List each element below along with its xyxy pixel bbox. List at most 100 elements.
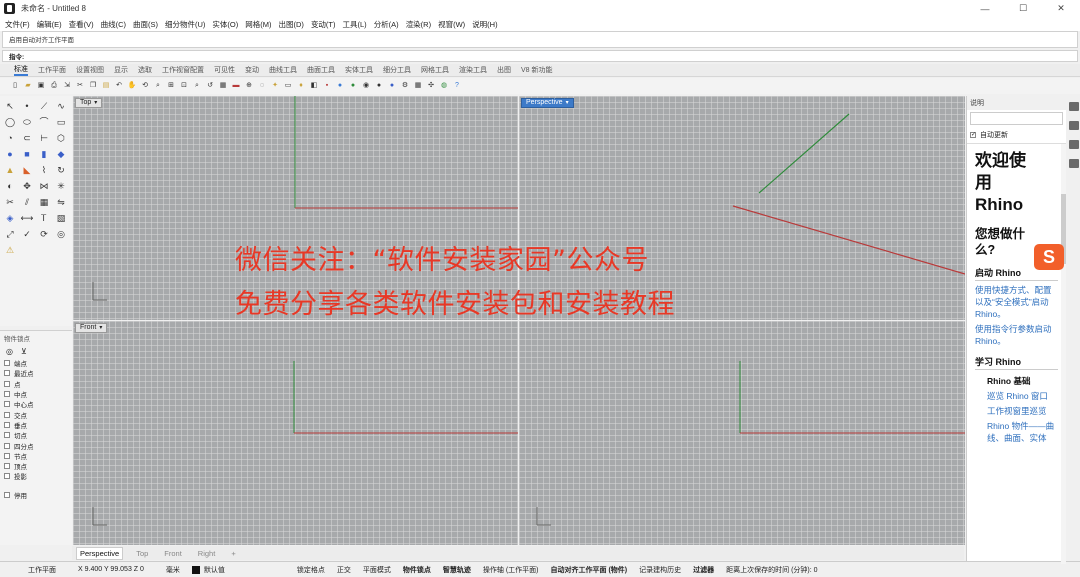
menu-edit[interactable]: 编辑(E) bbox=[37, 19, 62, 30]
box-icon[interactable]: ■ bbox=[20, 148, 34, 161]
tab-viewport-layout[interactable]: 工作视窗配置 bbox=[162, 65, 204, 75]
polygon-icon[interactable]: ⬡ bbox=[54, 132, 68, 145]
tab-curve-tools[interactable]: 曲线工具 bbox=[269, 65, 297, 75]
status-workplane[interactable]: 工作平面 bbox=[22, 565, 62, 575]
hatch-icon[interactable]: ▧ bbox=[54, 212, 68, 225]
fillet-icon[interactable]: ◔ bbox=[3, 132, 17, 145]
rotate-icon[interactable]: ⟳ bbox=[37, 228, 51, 241]
status-ortho[interactable]: 正交 bbox=[331, 565, 357, 575]
menu-render[interactable]: 渲染(R) bbox=[406, 19, 431, 30]
dimension-icon[interactable]: ⟷ bbox=[20, 212, 34, 225]
extrude-icon[interactable]: ▲ bbox=[3, 164, 17, 177]
checkbox[interactable] bbox=[4, 401, 10, 408]
help-panel-icon[interactable] bbox=[1069, 159, 1079, 168]
tab-mesh-tools[interactable]: 网格工具 bbox=[421, 65, 449, 75]
web-icon[interactable]: ◍ bbox=[439, 81, 449, 91]
display-panel-icon[interactable] bbox=[1069, 140, 1079, 149]
sphere-icon[interactable]: ● bbox=[3, 148, 17, 161]
sogou-logo[interactable]: S bbox=[1034, 244, 1064, 270]
curve-icon[interactable]: ∿ bbox=[54, 100, 68, 113]
osnap-item[interactable]: 中点 bbox=[4, 389, 72, 399]
menu-analyze[interactable]: 分析(A) bbox=[374, 19, 399, 30]
checkbox[interactable] bbox=[4, 411, 10, 418]
boolean-icon[interactable]: ◐ bbox=[3, 180, 17, 193]
object-snap-icon[interactable]: ⊕ bbox=[244, 81, 254, 91]
menu-transform[interactable]: 变动(T) bbox=[311, 19, 336, 30]
tab-transform[interactable]: 变动 bbox=[245, 65, 259, 75]
annotation-icon[interactable]: ⚠ bbox=[3, 244, 17, 257]
add-tab-icon[interactable]: + bbox=[228, 548, 238, 559]
maximize-button[interactable]: ☐ bbox=[1004, 0, 1042, 17]
menu-surface[interactable]: 曲面(S) bbox=[133, 19, 158, 30]
menu-solid[interactable]: 实体(O) bbox=[212, 19, 238, 30]
menu-drafting[interactable]: 出图(D) bbox=[279, 19, 304, 30]
tab-subd-tools[interactable]: 细分工具 bbox=[383, 65, 411, 75]
checkbox[interactable] bbox=[4, 463, 10, 470]
select-arrow-icon[interactable]: ↖ bbox=[3, 100, 17, 113]
osnap-item[interactable]: 最近点 bbox=[4, 368, 72, 378]
rotate-view-icon[interactable]: ⟲ bbox=[140, 81, 150, 91]
checkbox[interactable] bbox=[4, 432, 10, 439]
properties-icon[interactable]: ▪ bbox=[322, 81, 332, 91]
auto-update-option[interactable]: ✓ 自动更新 bbox=[967, 127, 1066, 144]
menu-panels[interactable]: 视窗(W) bbox=[438, 19, 465, 30]
surface-icon[interactable]: ◆ bbox=[54, 148, 68, 161]
zoom-selected-icon[interactable]: ⌕ bbox=[192, 81, 202, 91]
tab-v8-new[interactable]: V8 新功能 bbox=[521, 65, 553, 75]
osnap-item[interactable]: 点 bbox=[4, 379, 72, 389]
status-planar[interactable]: 平面模式 bbox=[357, 565, 397, 575]
tab-display[interactable]: 显示 bbox=[114, 65, 128, 75]
import-icon[interactable]: ⇲ bbox=[62, 81, 72, 91]
display-mode-icon[interactable]: ◉ bbox=[361, 81, 371, 91]
zoom-window-icon[interactable]: ⊞ bbox=[166, 81, 176, 91]
open-file-icon[interactable]: ▰ bbox=[23, 81, 33, 91]
text-icon[interactable]: Ꭲ bbox=[37, 212, 51, 225]
help-link[interactable]: 工作视窗里巡览 bbox=[975, 405, 1058, 417]
zoom-extents-icon[interactable]: ⊡ bbox=[179, 81, 189, 91]
tab-surface-tools[interactable]: 曲面工具 bbox=[307, 65, 335, 75]
help-link[interactable]: 使用指令行参数启动 Rhino。 bbox=[975, 323, 1058, 347]
checkbox-checked[interactable]: ✓ bbox=[970, 132, 976, 138]
undo-icon[interactable]: ↶ bbox=[114, 81, 124, 91]
minimize-button[interactable]: — bbox=[966, 0, 1004, 17]
filter-icon[interactable]: ⊻ bbox=[21, 347, 27, 356]
menu-subd[interactable]: 细分物件(U) bbox=[165, 19, 205, 30]
checkbox[interactable] bbox=[4, 360, 10, 367]
help-link[interactable]: Rhino 物件——曲线、曲面、实体 bbox=[975, 420, 1058, 444]
viewport-front[interactable]: Front ▾ bbox=[73, 321, 518, 545]
rectangle-icon[interactable]: ▭ bbox=[54, 116, 68, 129]
mesh-icon[interactable]: ◈ bbox=[3, 212, 17, 225]
viewport-perspective-label[interactable]: Perspective ▾ bbox=[521, 98, 574, 108]
lock-icon[interactable]: ▭ bbox=[283, 81, 293, 91]
array-icon[interactable]: ▦ bbox=[37, 196, 51, 209]
tab-front[interactable]: Front bbox=[161, 548, 185, 559]
offset-icon[interactable]: ⊂ bbox=[20, 132, 34, 145]
help-scrollbar[interactable] bbox=[1061, 144, 1066, 564]
explode-icon[interactable]: ✳ bbox=[54, 180, 68, 193]
help-link[interactable]: 使用快捷方式、配置以及“安全模式”启动 Rhino。 bbox=[975, 284, 1058, 320]
options-icon[interactable]: ⚙ bbox=[400, 81, 410, 91]
properties-panel-icon[interactable] bbox=[1069, 102, 1079, 111]
osnap-item[interactable]: 中心点 bbox=[4, 399, 72, 409]
osnap-item[interactable]: 顶点 bbox=[4, 461, 72, 471]
ellipse-icon[interactable]: ⬭ bbox=[20, 116, 34, 129]
layer-icon[interactable]: ◧ bbox=[309, 81, 319, 91]
menu-curve[interactable]: 曲线(C) bbox=[101, 19, 126, 30]
osnap-item[interactable]: 端点 bbox=[4, 358, 72, 368]
revolve-icon[interactable]: ↻ bbox=[54, 164, 68, 177]
menu-tools[interactable]: 工具(L) bbox=[343, 19, 367, 30]
tab-solid-tools[interactable]: 实体工具 bbox=[345, 65, 373, 75]
help-search-input[interactable] bbox=[970, 112, 1063, 125]
menu-view[interactable]: 查看(V) bbox=[69, 19, 94, 30]
check-icon[interactable]: ✓ bbox=[20, 228, 34, 241]
close-button[interactable]: ✕ bbox=[1042, 0, 1080, 17]
osnap-item[interactable]: 垂点 bbox=[4, 420, 72, 430]
checkbox[interactable] bbox=[4, 442, 10, 449]
checkbox[interactable] bbox=[4, 370, 10, 377]
checkbox[interactable] bbox=[4, 452, 10, 459]
tab-select[interactable]: 选取 bbox=[138, 65, 152, 75]
help-link[interactable]: 巡览 Rhino 窗口 bbox=[975, 390, 1058, 402]
viewport-top-label[interactable]: Top ▾ bbox=[75, 98, 103, 108]
checkbox[interactable] bbox=[4, 391, 10, 398]
status-gumball[interactable]: 操作轴 (工作平面) bbox=[477, 565, 545, 575]
